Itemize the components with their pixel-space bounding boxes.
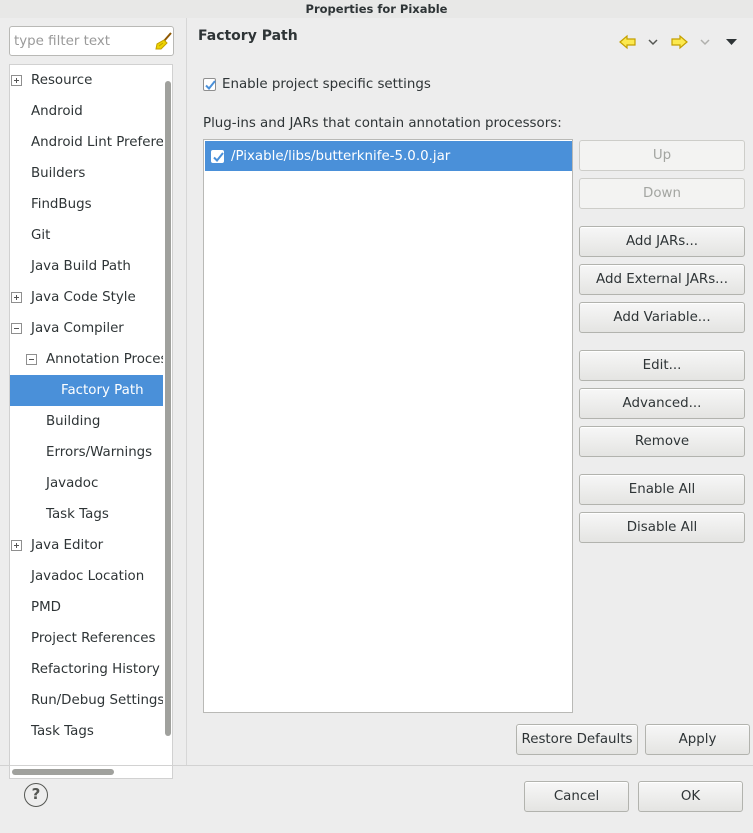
tree-item-building[interactable]: Building (10, 406, 163, 437)
up-button[interactable]: Up (579, 140, 745, 171)
broom-icon[interactable] (155, 32, 173, 50)
tree-item-label: Resource (31, 73, 93, 88)
ok-button[interactable]: OK (638, 781, 743, 812)
advanced-button[interactable]: Advanced... (579, 388, 745, 419)
tree-item-label: Javadoc (46, 476, 99, 491)
apply-button[interactable]: Apply (645, 724, 750, 755)
tree-item-refactoring-history[interactable]: Refactoring History (10, 654, 163, 685)
tree-item-builders[interactable]: Builders (10, 158, 163, 189)
bottom-separator (0, 765, 753, 766)
tree-item-label: Annotation Processing (46, 352, 163, 367)
tree-item-label: Java Compiler (31, 321, 124, 336)
disable-all-button[interactable]: Disable All (579, 512, 745, 543)
collapse-icon[interactable] (26, 354, 37, 365)
tree-item-label: Java Code Style (31, 290, 136, 305)
down-button[interactable]: Down (579, 178, 745, 209)
arrow-left-icon[interactable] (619, 34, 637, 50)
tree-item-label: Java Build Path (31, 259, 131, 274)
edit-button[interactable]: Edit... (579, 350, 745, 381)
tree-item-javadoc-location[interactable]: Javadoc Location (10, 561, 163, 592)
expand-icon[interactable] (11, 540, 22, 551)
checkmark-icon (205, 80, 216, 90)
tree-item-label: Android Lint Preferences (31, 135, 163, 150)
tree-item-findbugs[interactable]: FindBugs (10, 189, 163, 220)
tree-item-label: Building (46, 414, 101, 429)
add-jars-button[interactable]: Add JARs... (579, 226, 745, 257)
arrow-right-icon[interactable] (670, 34, 688, 50)
tree-item-java-editor[interactable]: Java Editor (10, 530, 163, 561)
panel-divider[interactable] (186, 18, 187, 765)
tree-item-pmd[interactable]: PMD (10, 592, 163, 623)
tree-item-android-lint-preferences[interactable]: Android Lint Preferences (10, 127, 163, 158)
jar-list[interactable]: /Pixable/libs/butterknife-5.0.0.jar (203, 139, 573, 713)
tree-item-label: FindBugs (31, 197, 92, 212)
chevron-down-icon[interactable] (648, 38, 658, 46)
tree-item-java-code-style[interactable]: Java Code Style (10, 282, 163, 313)
tree-item-label: Errors/Warnings (46, 445, 153, 460)
tree-item-label: Refactoring History (31, 662, 160, 677)
tree-item-task-tags[interactable]: Task Tags (10, 716, 163, 747)
tree-item-git[interactable]: Git (10, 220, 163, 251)
jar-path: /Pixable/libs/butterknife-5.0.0.jar (231, 149, 451, 164)
tree-item-label: Builders (31, 166, 86, 181)
tree-item-label: Git (31, 228, 51, 243)
filter-input[interactable] (14, 31, 152, 51)
left-panel: Resource Android Android Lint Preference… (0, 18, 186, 779)
tree-vertical-scrollbar[interactable] (165, 81, 171, 736)
filter-box[interactable] (9, 26, 174, 56)
jar-list-label: Plug-ins and JARs that contain annotatio… (203, 116, 562, 131)
tree-item-label: PMD (31, 600, 61, 615)
tree-item-run-debug-settings[interactable]: Run/Debug Settings (10, 685, 163, 716)
tree-item-annotation-processing[interactable]: Annotation Processing (10, 344, 163, 375)
collapse-icon[interactable] (11, 323, 22, 334)
tree-item-label: Task Tags (46, 507, 109, 522)
tree-item-errors-warnings[interactable]: Errors/Warnings (10, 437, 163, 468)
tree-item-resource[interactable]: Resource (10, 65, 163, 96)
tree-item-label: Task Tags (31, 724, 94, 739)
expand-icon[interactable] (11, 292, 22, 303)
enable-settings-checkbox[interactable] (203, 78, 216, 91)
tree-horizontal-scrollbar[interactable] (12, 769, 114, 775)
enable-settings-label[interactable]: Enable project specific settings (222, 77, 431, 92)
cancel-button[interactable]: Cancel (524, 781, 629, 812)
tree-item-compiler-task-tags[interactable]: Task Tags (10, 499, 163, 530)
chevron-down-icon[interactable] (700, 38, 710, 46)
add-external-jars-button[interactable]: Add External JARs... (579, 264, 745, 295)
help-icon[interactable]: ? (24, 783, 48, 807)
remove-button[interactable]: Remove (579, 426, 745, 457)
checkmark-icon (213, 152, 224, 162)
tree-item-label: Run/Debug Settings (31, 693, 163, 708)
tree-item-project-references[interactable]: Project References (10, 623, 163, 654)
tree-item-label: Java Editor (31, 538, 104, 553)
expand-icon[interactable] (11, 75, 22, 86)
list-item[interactable]: /Pixable/libs/butterknife-5.0.0.jar (205, 141, 572, 171)
page-title: Factory Path (198, 28, 298, 44)
window-title: Properties for Pixable (0, 0, 753, 18)
tree-item-android[interactable]: Android (10, 96, 163, 127)
tree-item-label: Javadoc Location (31, 569, 145, 584)
enable-all-button[interactable]: Enable All (579, 474, 745, 505)
tree-item-label: Factory Path (61, 383, 144, 398)
tree-item-label: Project References (31, 631, 156, 646)
tree-item-factory-path[interactable]: Factory Path (10, 375, 163, 406)
restore-defaults-button[interactable]: Restore Defaults (516, 724, 638, 755)
properties-tree[interactable]: Resource Android Android Lint Preference… (9, 64, 173, 779)
tree-item-java-compiler[interactable]: Java Compiler (10, 313, 163, 344)
tree-item-javadoc[interactable]: Javadoc (10, 468, 163, 499)
add-variable-button[interactable]: Add Variable... (579, 302, 745, 333)
jar-checkbox[interactable] (211, 150, 224, 163)
tree-item-label: Android (31, 104, 83, 119)
tree-item-java-build-path[interactable]: Java Build Path (10, 251, 163, 282)
triangle-down-icon[interactable] (726, 39, 737, 46)
